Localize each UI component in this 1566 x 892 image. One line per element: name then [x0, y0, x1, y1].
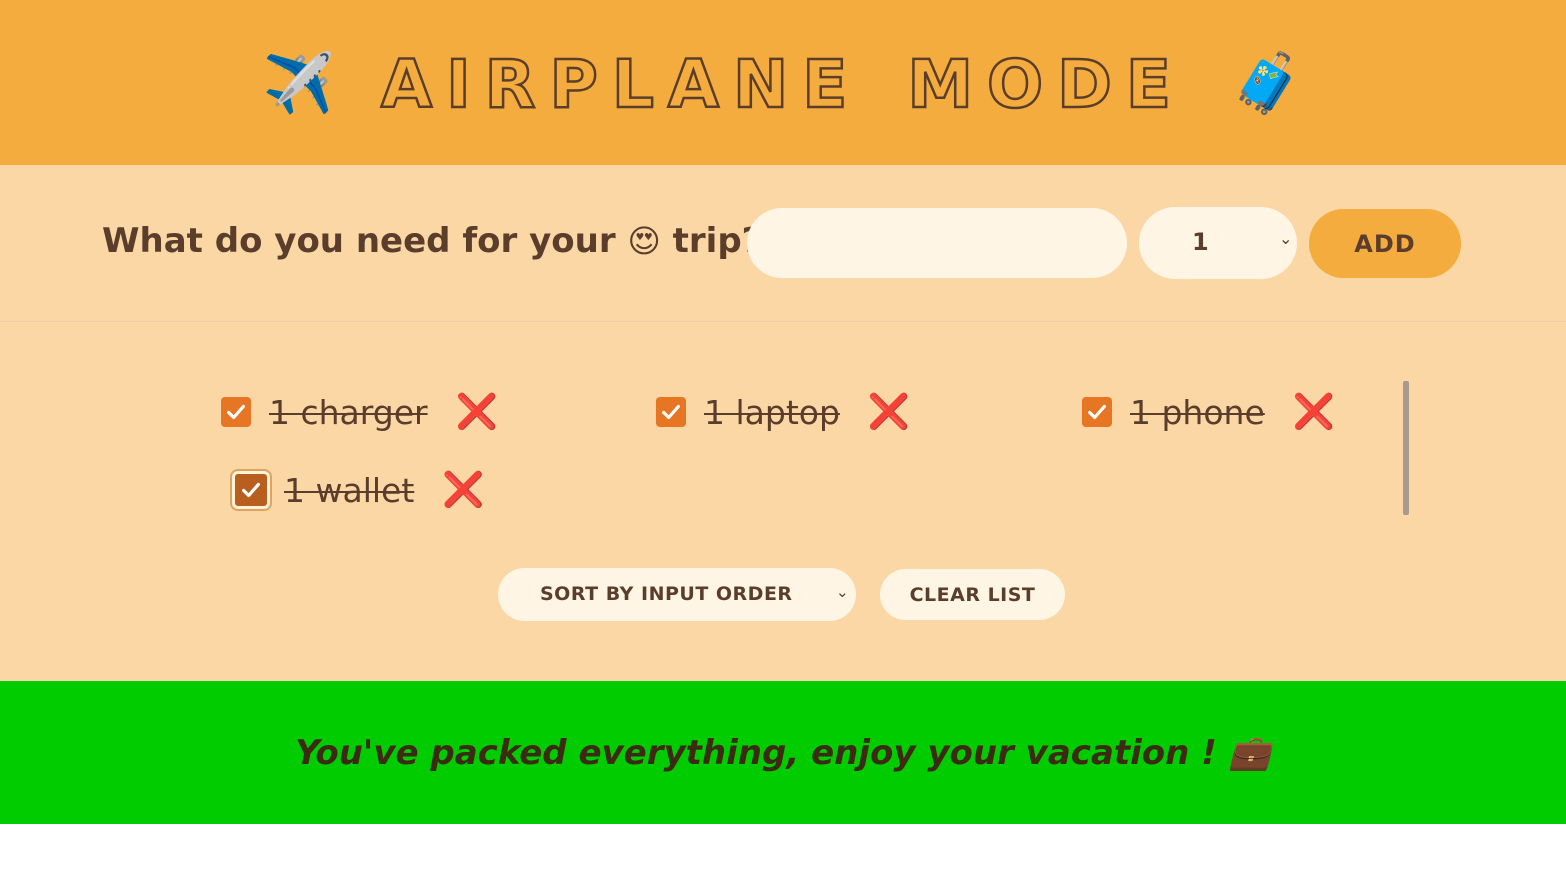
sort-select-value: SORT BY INPUT ORDER: [540, 583, 793, 605]
delete-icon[interactable]: ❌: [868, 395, 910, 429]
item-label: 1 charger: [269, 392, 428, 432]
item-checkbox[interactable]: [232, 471, 270, 509]
chevron-down-icon: ⌄: [836, 583, 849, 601]
item-checkbox[interactable]: [656, 397, 686, 427]
question-prefix: What do you need for your: [102, 221, 616, 261]
item-checkbox[interactable]: [221, 397, 251, 427]
check-icon: [662, 404, 680, 420]
airplane-icon: ✈️: [262, 48, 336, 117]
check-icon: [242, 482, 260, 498]
app-header: ✈️ AIRPLANE MODE 🧳: [0, 0, 1566, 165]
item-input[interactable]: [747, 208, 1127, 278]
title-word-2: MODE: [906, 45, 1185, 123]
add-item-form: What do you need for your 😍 trip? 1 ⌄ AD…: [0, 165, 1566, 322]
item-label: 1 laptop: [704, 392, 840, 432]
title-word-1: AIRPLANE: [380, 45, 862, 123]
add-button[interactable]: ADD: [1309, 209, 1461, 278]
delete-icon[interactable]: ❌: [442, 473, 484, 507]
sort-select[interactable]: SORT BY INPUT ORDER ⌄: [498, 568, 856, 621]
item-checkbox[interactable]: [1082, 397, 1112, 427]
item-label: 1 phone: [1130, 392, 1265, 432]
item-label: 1 wallet: [284, 470, 415, 510]
stats-footer: You've packed everything, enjoy your vac…: [0, 681, 1566, 824]
list-scrollbar[interactable]: [1403, 381, 1409, 515]
form-question: What do you need for your 😍 trip?: [102, 221, 761, 261]
chevron-down-icon: ⌄: [1279, 229, 1293, 248]
list-item: 1 charger ❌: [221, 387, 498, 437]
delete-icon[interactable]: ❌: [456, 395, 498, 429]
clear-list-button[interactable]: CLEAR LIST: [880, 569, 1065, 620]
footer-message: You've packed everything, enjoy your vac…: [295, 732, 1271, 773]
list-item: 1 laptop ❌: [656, 387, 910, 437]
list-item: 1 phone ❌: [1082, 387, 1335, 437]
check-icon: [227, 404, 245, 420]
packing-list: 1 charger ❌ 1 laptop ❌ 1 phone ❌ 1 walle…: [0, 322, 1566, 681]
app-title: AIRPLANE MODE: [380, 45, 1185, 123]
quantity-select[interactable]: 1 ⌄: [1139, 207, 1297, 279]
quantity-value: 1: [1192, 228, 1209, 256]
check-icon: [1088, 404, 1106, 420]
delete-icon[interactable]: ❌: [1293, 395, 1335, 429]
suitcase-icon: 🧳: [1230, 48, 1304, 117]
heart-eyes-icon: 😍: [627, 222, 661, 260]
list-item: 1 wallet ❌: [232, 465, 485, 515]
app: ✈️ AIRPLANE MODE 🧳 What do you need for y…: [0, 0, 1566, 892]
